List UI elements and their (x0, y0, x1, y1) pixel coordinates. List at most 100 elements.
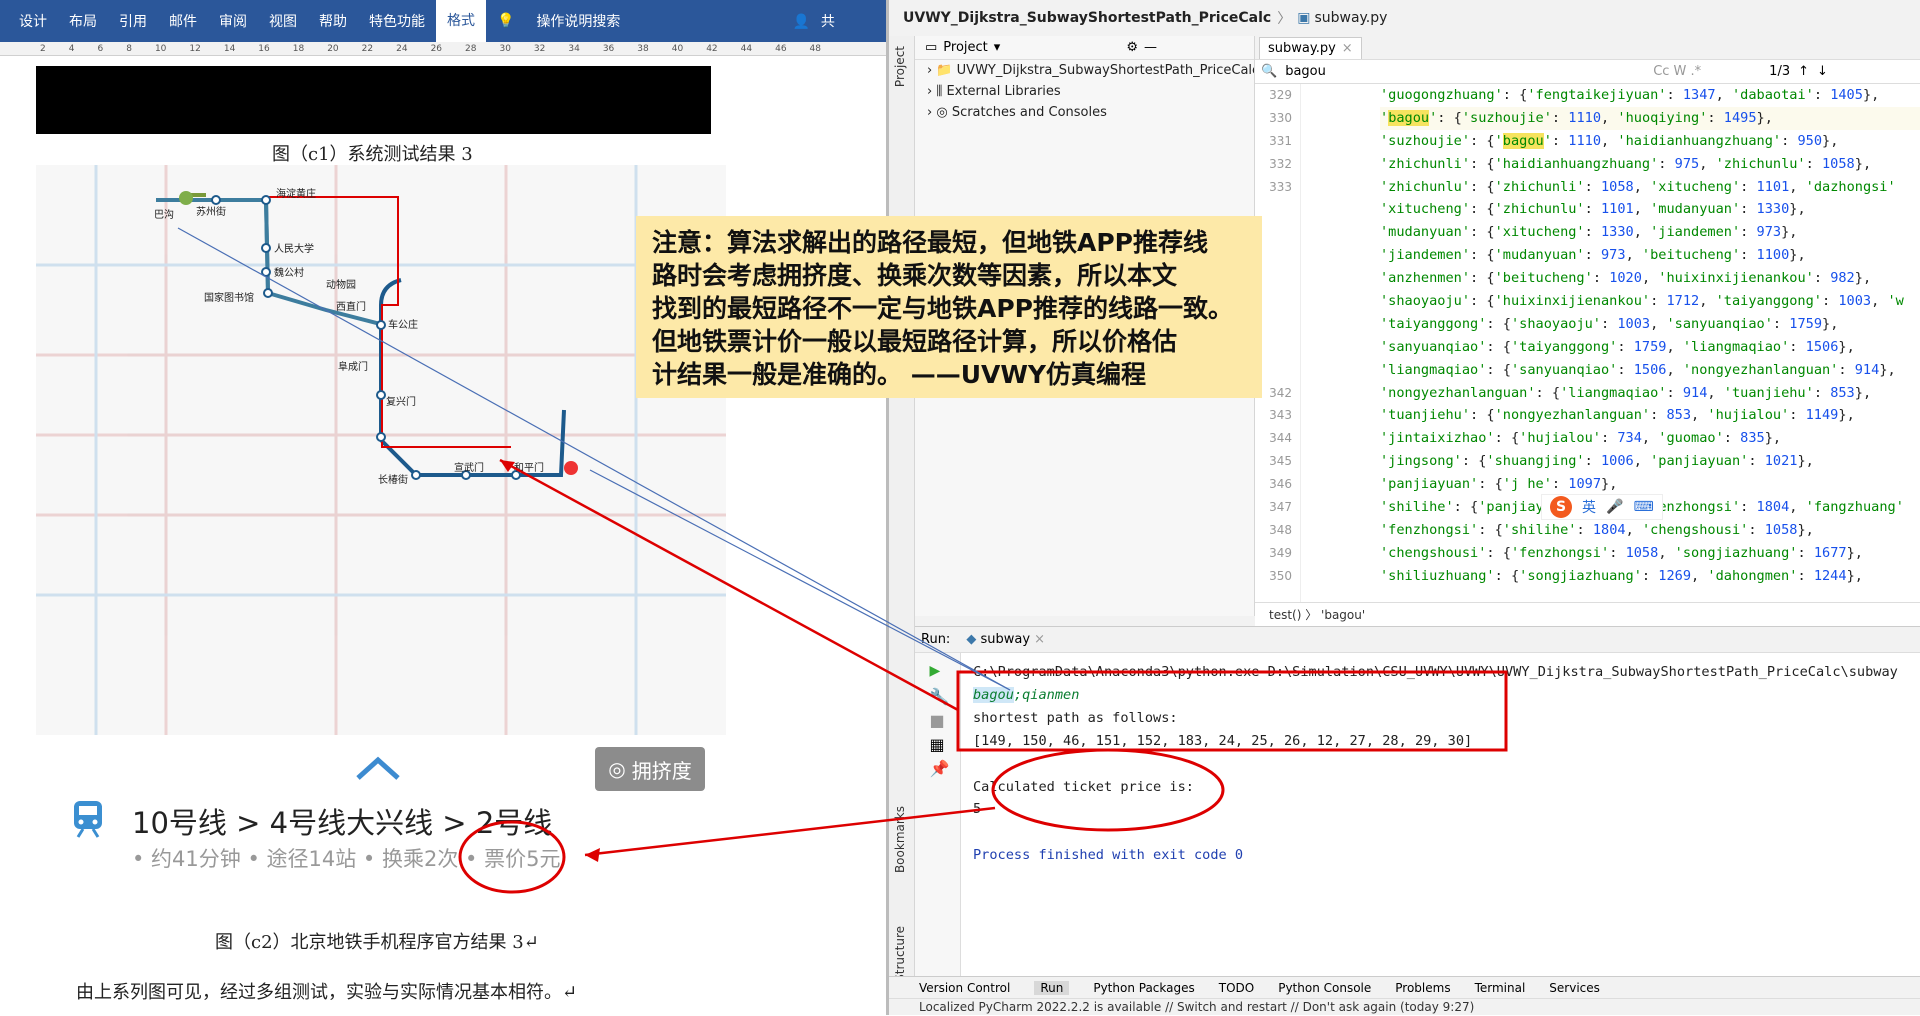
ruler-tick: 4 (68, 43, 75, 54)
code-line[interactable]: 'jintaixizhao': {'hujialou': 734, 'guoma… (1380, 427, 1920, 450)
close-icon[interactable]: × (1034, 632, 1045, 647)
rerun-icon[interactable]: ▶ (930, 663, 946, 679)
pycharm-window: UVWY_Dijkstra_SubwayShortestPath_PriceCa… (886, 0, 1920, 1015)
tool-version-control[interactable]: Version Control (919, 981, 1010, 995)
code-line[interactable]: 'jiandemen': {'mudanyuan': 973, 'beituch… (1380, 244, 1920, 267)
code-area[interactable]: 'guogongzhuang': {'fengtaikejiyuan': 134… (1380, 84, 1920, 602)
tool-services[interactable]: Services (1549, 981, 1600, 995)
tree-item-external-libraries[interactable]: › ⫼ External Libraries (915, 81, 1254, 102)
code-line[interactable]: 'fenzhongsi': {'shilihe': 1804, 'chengsh… (1380, 519, 1920, 542)
body-paragraph: 由上系列图可见，经过多组测试，实验与实际情况基本相符。↵ (76, 982, 578, 1003)
breadcrumb-sep: 〉 (1277, 11, 1292, 27)
line-number: 345 (1269, 454, 1292, 469)
code-line[interactable]: 'tuanjiehu': {'nongyezhanlanguan': 853, … (1380, 404, 1920, 427)
close-icon[interactable]: × (1342, 41, 1353, 56)
ribbon-tab-layout[interactable]: 布局 (58, 11, 108, 31)
chevron-up-icon[interactable] (355, 755, 401, 781)
code-editor[interactable]: subway.py × 🔍 bagou Cc W .* 1/3 ↑ ↓ 329 33… (1255, 36, 1920, 626)
ribbon: 设计 布局 引用 邮件 审阅 视图 帮助 特色功能 格式 💡 操作说明搜索 👤 共 (0, 0, 886, 42)
ribbon-tab-format[interactable]: 格式 (436, 0, 486, 42)
station-fuchengmen: 阜成门 (338, 360, 368, 373)
pin-icon[interactable]: 📌 (930, 759, 950, 778)
tool-run[interactable]: Run (1034, 980, 1070, 995)
run-tab[interactable]: ◆ subway × (966, 632, 1045, 647)
bookmarks-tool-tab[interactable]: Bookmarks (893, 806, 907, 873)
ide-title-bar: UVWY_Dijkstra_SubwayShortestPath_PriceCa… (889, 0, 1920, 36)
code-line[interactable]: 'shaoyaoju': {'huixinxijienankou': 1712,… (1380, 290, 1920, 313)
ribbon-tab-help[interactable]: 帮助 (308, 11, 358, 31)
horizontal-ruler[interactable]: 2 4 6 8 10 12 14 16 18 20 22 24 26 28 30… (0, 42, 886, 56)
code-line[interactable]: 'shiliuzhuang': {'songjiazhuang': 1269, … (1380, 565, 1920, 588)
stop-icon[interactable]: ■ (930, 711, 946, 730)
find-input[interactable]: bagou (1285, 64, 1645, 79)
tree-item-scratches[interactable]: › ◎ Scratches and Consoles (915, 102, 1254, 123)
console-input-qianmen: ;qianmen (1013, 686, 1080, 703)
chevron-down-icon[interactable]: ▾ (994, 40, 1001, 55)
wrench-icon[interactable]: 🔧 (930, 687, 950, 706)
station-changchunjie: 长椿街 (378, 473, 408, 486)
tree-item-project-root[interactable]: › 📁 UVWY_Dijkstra_SubwayShortestPath_Pri… (915, 60, 1254, 81)
share-label[interactable]: 共 (810, 14, 846, 30)
tool-todo[interactable]: TODO (1219, 981, 1254, 995)
ribbon-tab-review[interactable]: 审阅 (208, 11, 258, 31)
arrow-down-icon[interactable]: ↓ (1817, 64, 1828, 79)
microphone-icon[interactable]: 🎤 (1606, 499, 1623, 515)
editor-tab-subway[interactable]: subway.py × (1259, 37, 1362, 59)
code-line[interactable]: 'nongyezhanlanguan': {'liangmaqiao': 914… (1380, 382, 1920, 405)
project-dropdown[interactable]: Project (943, 40, 987, 55)
code-line[interactable]: 'xitucheng': {'zhichunlu': 1101, 'mudany… (1380, 198, 1920, 221)
left-tool-strip: Project Bookmarks Structure (889, 36, 915, 982)
code-line[interactable]: 'suzhoujie': {'bagou': 1110, 'haidianhua… (1380, 130, 1920, 153)
ribbon-tab-features[interactable]: 特色功能 (358, 11, 436, 31)
status-bar[interactable]: Localized PyCharm 2022.2.2 is available … (889, 998, 1920, 1015)
ribbon-tab-references[interactable]: 引用 (108, 11, 158, 31)
ruler-tick: 8 (126, 43, 132, 54)
arrow-up-icon[interactable]: ↑ (1798, 64, 1809, 79)
ruler-tick: 20 (327, 43, 339, 54)
code-line[interactable]: 'sanyuanqiao': {'taiyanggong': 1759, 'li… (1380, 336, 1920, 359)
editor-breadcrumb[interactable]: test() 〉 'bagou' (1255, 602, 1920, 626)
code-line[interactable]: 'zhichunlu': {'zhichunli': 1058, 'xituch… (1380, 176, 1920, 199)
sogou-icon[interactable]: S (1550, 496, 1572, 518)
code-line[interactable]: 'liangmaqiao': {'sanyuanqiao': 1506, 'no… (1380, 359, 1920, 382)
tool-problems[interactable]: Problems (1395, 981, 1450, 995)
code-line[interactable]: 'jingsong': {'shuangjing': 1006, 'panjia… (1380, 450, 1920, 473)
ribbon-tab-design[interactable]: 设计 (8, 11, 58, 31)
gear-icon[interactable]: ⚙ (1126, 40, 1138, 55)
ribbon-tab-view[interactable]: 视图 (258, 11, 308, 31)
ime-language[interactable]: 英 (1582, 497, 1596, 517)
match-case-icon[interactable]: Cc W .* (1653, 64, 1701, 79)
line-number: 344 (1269, 431, 1292, 446)
console-output[interactable]: C:\ProgramData\Anaconda3\python.exe D:\S… (973, 653, 1920, 977)
code-line[interactable]: 'mudanyuan': {'xitucheng': 1330, 'jiande… (1380, 221, 1920, 244)
code-line[interactable]: 'zhichunli': {'haidianhuangzhuang': 975,… (1380, 153, 1920, 176)
station-hepingmen: 和平门 (514, 461, 544, 474)
end-station-marker (564, 461, 578, 475)
keyboard-icon[interactable]: ⌨ (1633, 499, 1653, 515)
code-line[interactable]: 'bagou': {'suzhoujie': 1110, 'huoqiying'… (1380, 106, 1920, 130)
tell-me-search[interactable]: 操作说明搜索 (525, 11, 631, 31)
crowd-level-button[interactable]: ◎ 拥挤度 (595, 747, 705, 791)
structure-tool-tab[interactable]: Structure (893, 926, 907, 982)
run-header: Run: ◆ subway × (915, 627, 1920, 653)
station-dongwuyuan: 动物园 (326, 278, 356, 291)
line-number: 350 (1269, 568, 1292, 583)
code-line[interactable]: 'anzhenmen': {'beitucheng': 1020, 'huixi… (1380, 267, 1920, 290)
tool-terminal[interactable]: Terminal (1475, 981, 1526, 995)
ruler-tick: 48 (809, 43, 821, 54)
tool-python-console[interactable]: Python Console (1278, 981, 1371, 995)
code-line[interactable]: 'chengshousi': {'fenzhongsi': 1058, 'son… (1380, 542, 1920, 565)
tool-python-packages[interactable]: Python Packages (1093, 981, 1194, 995)
layout-icon[interactable]: ▦ (930, 735, 946, 754)
project-tool-tab[interactable]: Project (893, 46, 907, 87)
minimize-icon[interactable]: — (1144, 40, 1157, 55)
code-line[interactable]: 'guogongzhuang': {'fengtaikejiyuan': 134… (1380, 84, 1920, 107)
code-line[interactable]: 'taiyanggong': {'shaoyaoju': 1003, 'sany… (1380, 313, 1920, 336)
code-line[interactable]: 'panjiayuan': {'j he': 1097}, (1380, 473, 1920, 496)
ruler-tick: 46 (775, 43, 787, 54)
console-input-line: bagou;qianmen (973, 684, 1920, 707)
figure-caption-c1: 图（c1）系统测试结果 3 (272, 144, 473, 165)
title-file[interactable]: subway.py (1314, 10, 1387, 26)
ribbon-tab-mailings[interactable]: 邮件 (158, 11, 208, 31)
route-title: 10号线 > 4号线大兴线 > 2号线 (132, 806, 553, 840)
